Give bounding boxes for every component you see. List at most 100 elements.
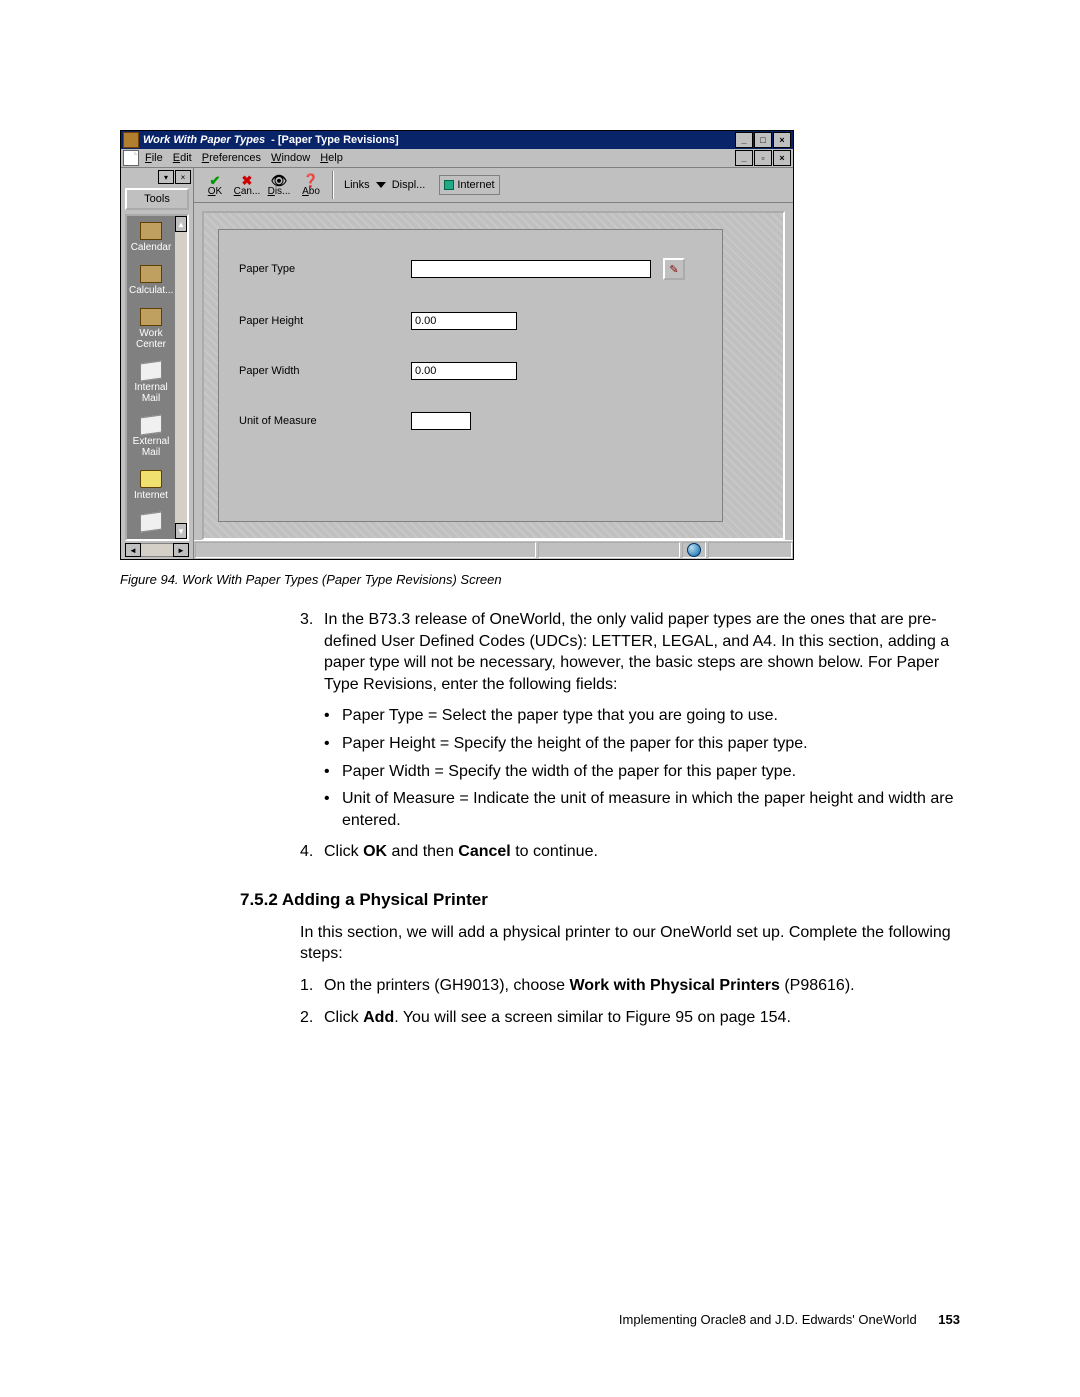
scroll-down-icon[interactable]: ▼ — [175, 523, 187, 539]
maximize-button[interactable]: □ — [754, 132, 772, 148]
internet-label: Internet — [457, 179, 494, 191]
about-button[interactable]: ❓ Abo — [296, 173, 326, 197]
globe-icon — [687, 543, 701, 557]
sidebar: ▾ × Tools Calendar Calculat... — [121, 168, 194, 559]
mdi-restore-button[interactable]: ▫ — [754, 150, 772, 166]
ok-button[interactable]: ✔ OK — [200, 173, 230, 197]
bullet-text: Paper Height = Specify the height of the… — [342, 733, 808, 755]
sidebar-close-button[interactable]: × — [175, 170, 191, 184]
app-icon — [123, 132, 139, 148]
sidebar-collapse-button[interactable]: ▾ — [158, 170, 174, 184]
app-body: ▾ × Tools Calendar Calculat... — [121, 168, 793, 559]
external-mail-icon — [140, 414, 162, 435]
lookup-button[interactable]: ✎ — [663, 258, 685, 280]
sidebar-item-internal-mail[interactable]: Internal Mail — [127, 356, 175, 410]
label-unit: Unit of Measure — [239, 415, 399, 427]
menu-window[interactable]: Window — [271, 152, 310, 164]
links-label: Links — [344, 179, 370, 191]
close-button[interactable]: × — [773, 132, 791, 148]
body-text: 3. In the B73.3 release of OneWorld, the… — [300, 609, 960, 1028]
sidebar-item-more[interactable] — [127, 507, 175, 539]
scroll-htrack[interactable] — [141, 543, 173, 557]
input-unit[interactable] — [411, 412, 471, 430]
sidebar-item-calculator[interactable]: Calculat... — [127, 259, 175, 302]
list-text: On the printers (GH9013), choose Work wi… — [324, 975, 855, 997]
sidebar-item-internet[interactable]: Internet — [127, 464, 175, 507]
list-item-4: 4. Click OK and then Cancel to continue. — [300, 841, 960, 863]
sidebar-vscroll[interactable]: ▲ ▼ — [175, 216, 187, 539]
footer-text: Implementing Oracle8 and J.D. Edwards' O… — [619, 1312, 917, 1327]
about-icon: ❓ — [296, 173, 326, 187]
x-icon: ✖ — [232, 173, 262, 187]
sidebar-hscroll[interactable]: ◄ ► — [125, 543, 189, 557]
statusbar — [194, 540, 793, 559]
sidebar-item-label: Calculat... — [129, 285, 173, 296]
mdi-minimize-button[interactable]: _ — [735, 150, 753, 166]
mdi-close-button[interactable]: × — [773, 150, 791, 166]
internet-button[interactable]: Internet — [439, 175, 499, 195]
list-item-3: 3. In the B73.3 release of OneWorld, the… — [300, 609, 960, 695]
page-number: 153 — [938, 1312, 960, 1327]
label-paper-width: Paper Width — [239, 365, 399, 377]
list-number: 4. — [300, 841, 324, 863]
bullet-text: Paper Width = Specify the width of the p… — [342, 761, 796, 783]
window-title-sub: - [Paper Type Revisions] — [271, 134, 399, 146]
section-paragraph: In this section, we will add a physical … — [300, 922, 960, 965]
form-area: Paper Type ✎ Paper Height Paper Width — [202, 211, 785, 540]
internal-mail-icon — [140, 360, 162, 381]
calculator-icon — [140, 265, 162, 283]
section-heading: 7.5.2 Adding a Physical Printer — [240, 889, 960, 912]
status-globe — [682, 542, 706, 558]
bullet-paper-type: • Paper Type = Select the paper type tha… — [324, 705, 960, 727]
list-number: 1. — [300, 975, 324, 997]
status-cell-3 — [708, 542, 792, 558]
sidebar-item-label: Internet — [134, 490, 168, 501]
window-title-main: Work With Paper Types — [143, 134, 265, 146]
links-dropdown-icon[interactable] — [376, 182, 386, 188]
menu-preferences[interactable]: Preferences — [202, 152, 261, 164]
list-number: 3. — [300, 609, 324, 695]
input-paper-type[interactable] — [411, 260, 651, 278]
sidebar-list: Calendar Calculat... Work Center In — [125, 214, 189, 541]
input-paper-width[interactable] — [411, 362, 517, 380]
menu-help[interactable]: Help — [320, 152, 343, 164]
bullet-text: Unit of Measure = Indicate the unit of m… — [342, 788, 960, 831]
cancel-button[interactable]: ✖ Can... — [232, 173, 262, 197]
figure-caption: Figure 94. Work With Paper Types (Paper … — [120, 572, 960, 587]
bullet-unit: • Unit of Measure = Indicate the unit of… — [324, 788, 960, 831]
sidebar-tools-button[interactable]: Tools — [125, 188, 189, 210]
sidebar-item-calendar[interactable]: Calendar — [127, 216, 175, 259]
sidebar-item-external-mail[interactable]: External Mail — [127, 410, 175, 464]
bullet-paper-height: • Paper Height = Specify the height of t… — [324, 733, 960, 755]
label-paper-height: Paper Height — [239, 315, 399, 327]
display-button[interactable]: 👁 Dis... — [264, 173, 294, 197]
scroll-left-icon[interactable]: ◄ — [125, 543, 141, 557]
app-window: Work With Paper Types - [Paper Type Revi… — [120, 130, 794, 560]
titlebar: Work With Paper Types - [Paper Type Revi… — [121, 131, 793, 149]
input-paper-height[interactable] — [411, 312, 517, 330]
scroll-right-icon[interactable]: ► — [173, 543, 189, 557]
sidebar-item-label: Internal Mail — [134, 382, 167, 404]
scroll-up-icon[interactable]: ▲ — [175, 216, 187, 232]
displ-link[interactable]: Displ... — [392, 179, 426, 191]
page: Work With Paper Types - [Paper Type Revi… — [0, 0, 1080, 1397]
sidebar-item-work-center[interactable]: Work Center — [127, 302, 175, 356]
sidebar-head: ▾ × — [121, 168, 193, 186]
document-icon[interactable] — [123, 150, 139, 166]
divider — [332, 171, 334, 199]
status-cell-1 — [195, 542, 536, 558]
minimize-button[interactable]: _ — [735, 132, 753, 148]
status-cell-2 — [538, 542, 680, 558]
form-panel: Paper Type ✎ Paper Height Paper Width — [218, 229, 723, 522]
list-text: In the B73.3 release of OneWorld, the on… — [324, 609, 960, 695]
scroll-track[interactable] — [175, 232, 187, 523]
sec-item-2: 2. Click Add. You will see a screen simi… — [300, 1007, 960, 1029]
sidebar-item-label: External Mail — [133, 436, 170, 458]
row-paper-height: Paper Height — [219, 296, 722, 346]
menu-edit[interactable]: Edit — [173, 152, 192, 164]
calendar-icon — [140, 222, 162, 240]
toolbar: ✔ OK ✖ Can... 👁 Dis... ❓ Abo — [194, 168, 793, 203]
menu-file[interactable]: File — [145, 152, 163, 164]
internet-dot-icon — [444, 180, 454, 190]
row-paper-width: Paper Width — [219, 346, 722, 396]
